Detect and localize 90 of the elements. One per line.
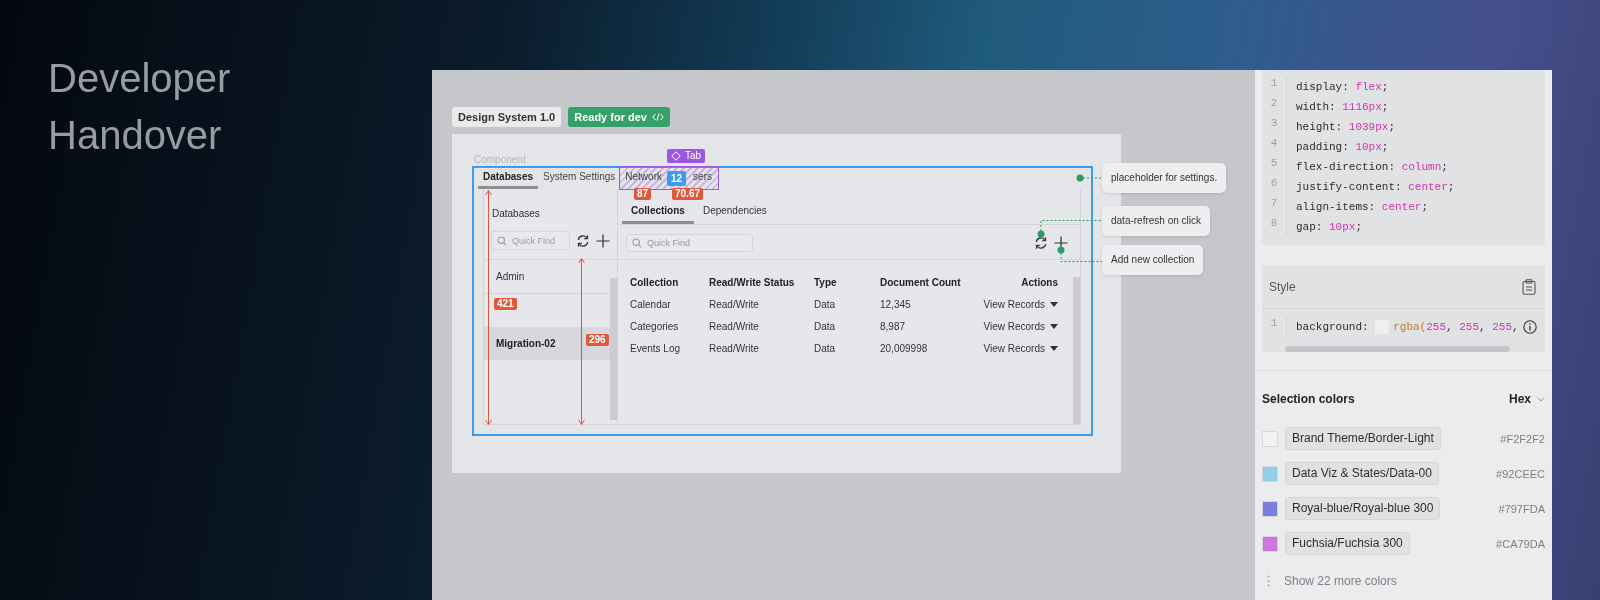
table-cell-text: 20,009998 [880,342,929,354]
diamond-icon [671,151,681,161]
callout-connector [1076,174,1102,182]
color-name[interactable]: Royal-blue/Royal-blue 300 [1285,497,1441,520]
clipboard-icon[interactable] [1522,278,1536,295]
hex-value: #CA79DA [1496,537,1545,550]
callout-connector [1037,219,1102,238]
measure-badge: 421 [494,298,517,310]
line-number: 7 [1269,197,1279,211]
code-line: gap: 10px; [1296,220,1364,235]
component-label: Tab [667,149,706,163]
refresh-icon[interactable] [576,233,590,248]
chevron-icon [1537,396,1545,402]
hex-value: #797FDA [1498,502,1545,515]
tab[interactable]: sers [688,168,717,189]
scrollbar[interactable] [610,278,617,420]
line-number: 1 [1269,77,1279,91]
line-number: 5 [1269,157,1279,171]
line-number: 6 [1269,177,1279,191]
tab[interactable]: System Settings [538,168,621,189]
code-line: width: 1116px; [1296,100,1390,115]
caret-icon [1050,323,1058,329]
status-badge: Ready for dev [568,107,670,127]
version-badge: Design System 1.0 [452,107,562,127]
search-field[interactable]: Quick Find [626,234,753,252]
column-header: Read/Write Status [709,276,796,288]
code-line: background: rgba(255, 255, 255, [1296,319,1520,336]
code-line: height: 1039px; [1296,120,1397,135]
caret-icon [1050,301,1058,307]
search-icon [632,238,642,248]
panel-title: Databases [491,207,541,219]
line-number: 4 [1269,137,1279,151]
view-records-dropdown[interactable]: View Records [983,320,1058,332]
plus-icon[interactable] [596,233,610,248]
code-line: justify-content: center; [1296,180,1456,195]
search-icon [497,235,507,246]
scrollbar[interactable] [1285,346,1510,352]
table-cell-text: Data [814,342,837,354]
table-cell-text: Events Log [630,342,682,354]
tab[interactable]: Network [620,168,667,189]
table-cell-text: Categories [630,320,680,332]
table-cell-text: Read/Write [709,298,760,310]
table-cell-text: Read/Write [709,342,760,354]
table-cell-text: Data [814,298,837,310]
table-cell-text: 8,987 [880,320,907,332]
measure-badge: 70.67 [672,188,704,200]
color-name[interactable]: Brand Theme/Border-Light [1285,427,1441,450]
measure-badge: 87 [634,188,652,200]
view-records-dropdown[interactable]: View Records [983,298,1058,310]
hex-value: #F2F2F2 [1500,432,1545,445]
plus-icon[interactable] [1054,236,1068,250]
annotation-note: placeholder for settings. [1102,163,1227,193]
line-number: 2 [1269,97,1279,111]
column-header: Document Count [880,276,962,288]
caret-icon [1050,345,1058,351]
table-cell-text: Calendar [630,298,672,310]
code-line: padding: 10px; [1296,140,1390,155]
info-icon[interactable] [1523,320,1537,334]
spacing-badge: 12 [667,171,687,186]
color-name[interactable]: Data Viz & States/Data-00 [1285,462,1439,485]
annotation-note: data-refresh on click [1102,206,1211,236]
table-cell-text: Read/Write [709,320,760,332]
more-dots-icon [1267,575,1270,587]
format-dropdown[interactable]: Hex [1509,392,1545,406]
column-header: Type [814,276,838,288]
color-name[interactable]: Fuchsia/Fuchsia 300 [1285,532,1410,555]
refresh-icon[interactable] [1034,236,1048,250]
hex-value: #92CEEC [1496,467,1545,480]
tab[interactable]: Dependencies [693,201,776,224]
code-line: display: flex; [1296,80,1390,95]
column-header: Collection [630,276,680,288]
line-number: 8 [1269,217,1279,231]
column-header: Actions [1021,276,1058,288]
scrollbar[interactable] [1073,277,1080,424]
line-number: 3 [1269,117,1279,131]
line-number: 1 [1269,317,1279,331]
page-title: Developer Handover [48,55,232,159]
section-title: Style [1269,279,1296,294]
annotation-note: Add new collection [1102,245,1204,275]
search-field[interactable]: Quick Find [491,231,570,250]
code-icon [651,113,664,121]
code-line: align-items: center; [1296,200,1430,215]
table-cell-text: Data [814,320,837,332]
section-title: Selection colors [1262,391,1355,407]
table-cell-text: 12,345 [880,298,912,310]
show-more-link[interactable]: Show 22 more colors [1284,574,1397,588]
code-line: flex-direction: column; [1296,160,1449,175]
measure-badge: 296 [586,334,609,346]
view-records-dropdown[interactable]: View Records [983,342,1058,354]
callout-connector [1057,246,1102,263]
